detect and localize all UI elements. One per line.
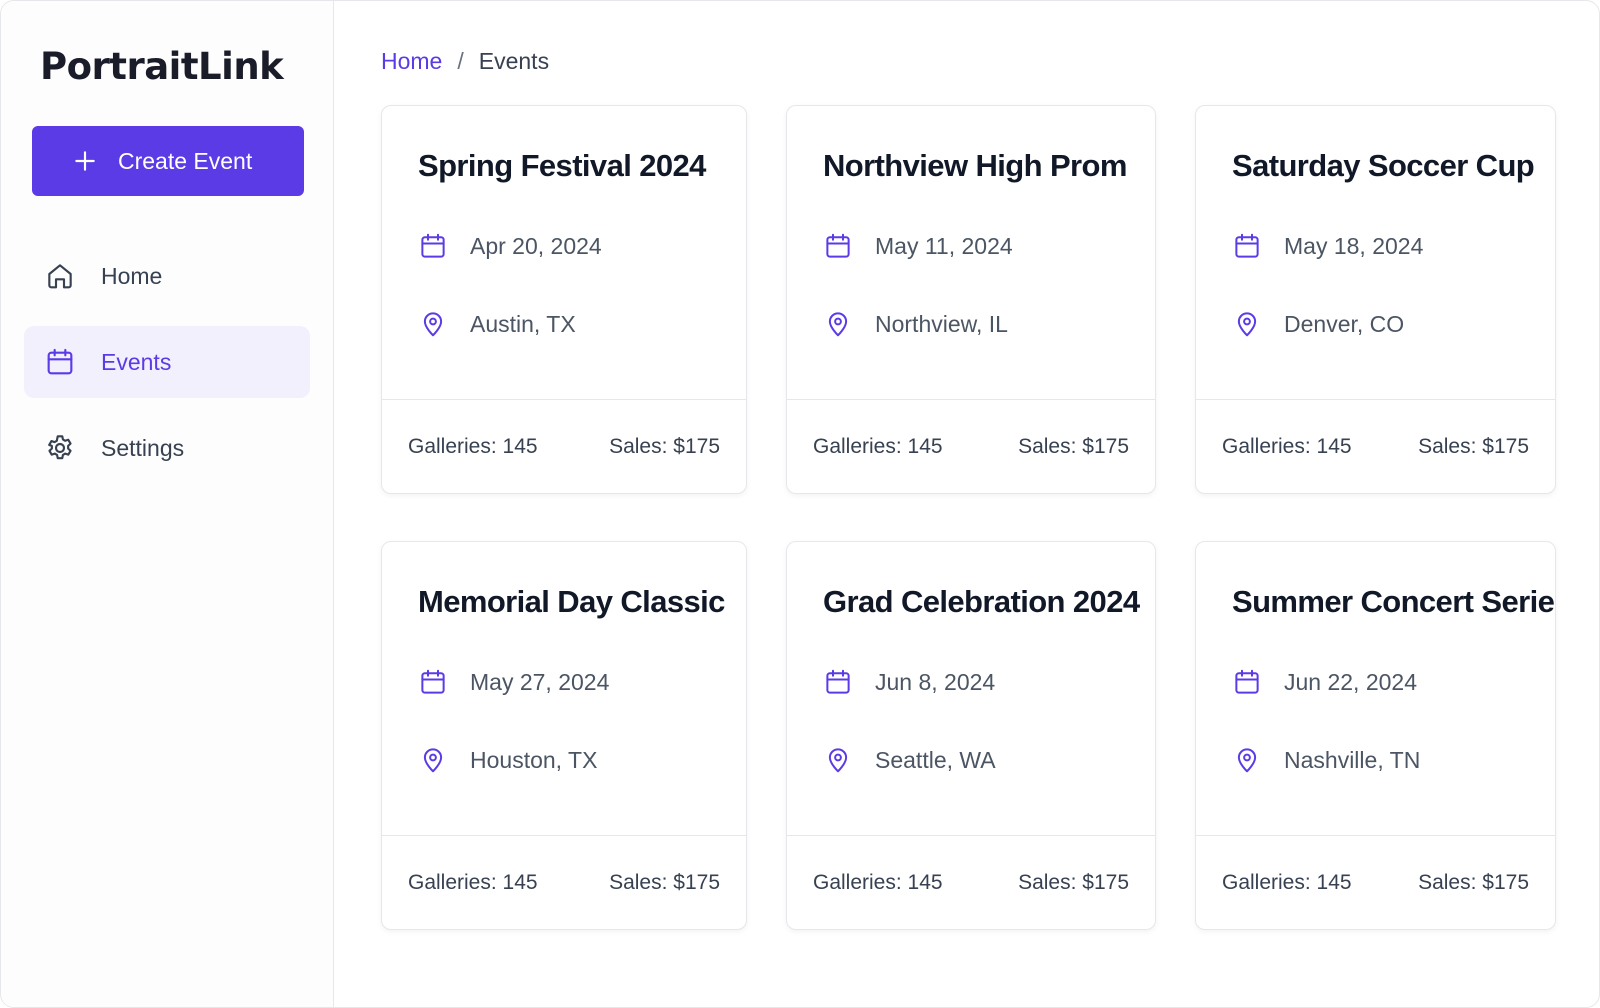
event-card[interactable]: Grad Celebration 2024 Jun 8, 2024 Seattl… xyxy=(786,541,1156,930)
sidebar-item-label: Settings xyxy=(101,434,185,461)
event-card[interactable]: Memorial Day Classic May 27, 2024 Housto… xyxy=(381,541,747,930)
sidebar-item-events[interactable]: Events xyxy=(24,326,310,398)
event-location-row: Denver, CO xyxy=(1232,309,1519,339)
event-galleries: Galleries: 145 xyxy=(813,434,943,458)
event-galleries: Galleries: 145 xyxy=(408,870,538,894)
breadcrumb: Home / Events xyxy=(381,48,1599,75)
event-date: Jun 8, 2024 xyxy=(875,668,996,695)
event-date: May 11, 2024 xyxy=(875,232,1013,259)
event-sales: Sales: $175 xyxy=(609,434,720,458)
plus-icon xyxy=(72,148,98,174)
event-card-footer: Galleries: 145 Sales: $175 xyxy=(1196,835,1555,929)
sidebar-item-label: Events xyxy=(101,348,172,375)
event-sales: Sales: $175 xyxy=(1418,434,1529,458)
sidebar-item-settings[interactable]: Settings xyxy=(24,412,310,484)
event-date: Apr 20, 2024 xyxy=(470,232,602,259)
home-icon xyxy=(44,260,76,292)
breadcrumb-current: Events xyxy=(478,48,550,74)
create-event-button[interactable]: Create Event xyxy=(32,126,304,196)
event-title: Memorial Day Classic xyxy=(418,584,725,619)
event-sales: Sales: $175 xyxy=(609,870,720,894)
event-title: Grad Celebration 2024 xyxy=(823,584,1140,619)
map-pin-icon xyxy=(418,745,448,775)
event-card[interactable]: Summer Concert Series Jun 22, 2024 Nashv… xyxy=(1195,541,1556,930)
event-location-row: Seattle, WA xyxy=(823,745,1119,775)
event-card-footer: Galleries: 145 Sales: $175 xyxy=(787,399,1155,493)
event-title: Saturday Soccer Cup xyxy=(1232,148,1535,183)
calendar-icon xyxy=(823,667,853,697)
event-date-row: May 11, 2024 xyxy=(823,231,1119,261)
map-pin-icon xyxy=(823,745,853,775)
event-card[interactable]: Northview High Prom May 11, 2024 Northvi… xyxy=(786,105,1156,494)
event-sales: Sales: $175 xyxy=(1018,434,1129,458)
event-card-footer: Galleries: 145 Sales: $175 xyxy=(1196,399,1555,493)
event-location: Nashville, TN xyxy=(1284,746,1421,773)
event-location: Houston, TX xyxy=(470,746,598,773)
event-location: Seattle, WA xyxy=(875,746,996,773)
sidebar: PortraitLink Create Event Home Events Se… xyxy=(1,1,334,1007)
event-date-row: Jun 8, 2024 xyxy=(823,667,1119,697)
event-title: Northview High Prom xyxy=(823,148,1127,183)
event-card[interactable]: Spring Festival 2024 Apr 20, 2024 Austin… xyxy=(381,105,747,494)
map-pin-icon xyxy=(1232,309,1262,339)
sidebar-item-home[interactable]: Home xyxy=(24,240,310,312)
sidebar-item-label: Home xyxy=(101,262,163,289)
event-location-row: Houston, TX xyxy=(418,745,710,775)
event-galleries: Galleries: 145 xyxy=(1222,434,1352,458)
calendar-icon xyxy=(1232,231,1262,261)
event-date: May 27, 2024 xyxy=(470,668,610,695)
calendar-icon xyxy=(44,346,76,378)
event-title: Summer Concert Series xyxy=(1232,584,1556,619)
calendar-icon xyxy=(1232,667,1262,697)
event-title: Spring Festival 2024 xyxy=(418,148,706,183)
event-grid: Spring Festival 2024 Apr 20, 2024 Austin… xyxy=(381,105,1599,930)
event-date: May 18, 2024 xyxy=(1284,232,1424,259)
event-location-row: Northview, IL xyxy=(823,309,1119,339)
event-location-row: Austin, TX xyxy=(418,309,710,339)
event-card-footer: Galleries: 145 Sales: $175 xyxy=(382,835,746,929)
create-event-label: Create Event xyxy=(118,147,253,174)
event-card[interactable]: Saturday Soccer Cup May 18, 2024 Denver,… xyxy=(1195,105,1556,494)
app-logo: PortraitLink xyxy=(40,45,284,88)
map-pin-icon xyxy=(418,309,448,339)
event-galleries: Galleries: 145 xyxy=(408,434,538,458)
event-date-row: Apr 20, 2024 xyxy=(418,231,710,261)
map-pin-icon xyxy=(823,309,853,339)
calendar-icon xyxy=(418,667,448,697)
event-date-row: May 27, 2024 xyxy=(418,667,710,697)
breadcrumb-home-link[interactable]: Home xyxy=(381,48,442,75)
breadcrumb-separator: / xyxy=(457,48,464,74)
app-window: PortraitLink Create Event Home Events Se… xyxy=(0,0,1600,1008)
event-galleries: Galleries: 145 xyxy=(813,870,943,894)
event-card-footer: Galleries: 145 Sales: $175 xyxy=(787,835,1155,929)
calendar-icon xyxy=(823,231,853,261)
map-pin-icon xyxy=(1232,745,1262,775)
event-sales: Sales: $175 xyxy=(1418,870,1529,894)
event-galleries: Galleries: 145 xyxy=(1222,870,1352,894)
event-location: Denver, CO xyxy=(1284,310,1405,337)
event-location: Northview, IL xyxy=(875,310,1008,337)
main-content: Home / Events Spring Festival 2024 Apr 2… xyxy=(334,1,1599,1007)
calendar-icon xyxy=(418,231,448,261)
event-location: Austin, TX xyxy=(470,310,576,337)
event-date-row: May 18, 2024 xyxy=(1232,231,1519,261)
sidebar-nav: Home Events Settings xyxy=(24,240,310,484)
event-sales: Sales: $175 xyxy=(1018,870,1129,894)
event-date: Jun 22, 2024 xyxy=(1284,668,1418,695)
event-card-footer: Galleries: 145 Sales: $175 xyxy=(382,399,746,493)
event-date-row: Jun 22, 2024 xyxy=(1232,667,1519,697)
event-location-row: Nashville, TN xyxy=(1232,745,1519,775)
gear-icon xyxy=(44,432,76,464)
